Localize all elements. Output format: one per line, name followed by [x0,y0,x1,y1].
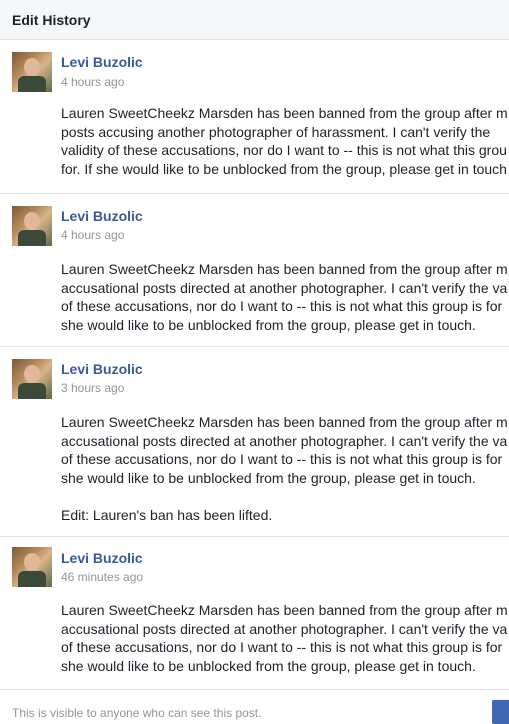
author-name[interactable]: Levi Buzolic [61,361,143,377]
timestamp[interactable]: 46 minutes ago [61,570,143,584]
close-button[interactable] [492,700,509,724]
timestamp[interactable]: 3 hours ago [61,381,124,395]
edit-entry: Levi Buzolic 46 minutes ago Lauren Sweet… [0,536,509,690]
timestamp[interactable]: 4 hours ago [61,228,124,242]
timestamp[interactable]: 4 hours ago [61,75,124,89]
post-text: Lauren SweetCheekz Marsden has been bann… [61,105,508,177]
avatar[interactable] [12,359,52,399]
avatar[interactable] [12,547,52,587]
post-text: Lauren SweetCheekz Marsden has been bann… [61,261,508,333]
visibility-note: This is visible to anyone who can see th… [12,706,262,720]
edit-entry: Levi Buzolic 4 hours ago Lauren SweetChe… [0,193,509,347]
author-name[interactable]: Levi Buzolic [61,208,143,224]
dialog-title: Edit History [0,0,509,40]
avatar[interactable] [12,206,52,246]
post-text: Lauren SweetCheekz Marsden has been bann… [61,602,508,674]
post-text: Lauren SweetCheekz Marsden has been bann… [61,414,508,523]
author-name[interactable]: Levi Buzolic [61,54,143,70]
avatar[interactable] [12,52,52,92]
author-name[interactable]: Levi Buzolic [61,550,143,566]
edit-entry: Levi Buzolic 3 hours ago Lauren SweetChe… [0,346,509,537]
edit-entry: Levi Buzolic 4 hours ago Lauren SweetChe… [0,40,509,194]
